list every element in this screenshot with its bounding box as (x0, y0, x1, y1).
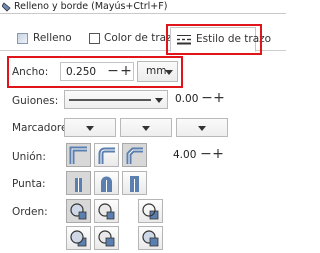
dash-offset-value: 0.00 (175, 93, 199, 105)
order-option-3-button[interactable] (138, 199, 163, 223)
order-option-4-button[interactable] (66, 226, 91, 250)
bevel-join-button[interactable] (122, 143, 147, 167)
markers-fill-stroke-icon (70, 230, 87, 247)
mid-marker-select[interactable] (120, 118, 172, 137)
chevron-down-icon (198, 126, 206, 131)
round-cap-button[interactable] (94, 171, 119, 195)
butt-cap-button[interactable] (66, 171, 91, 195)
cap-label: Punta: (12, 178, 46, 190)
miter-limit-value: 4.00 (173, 149, 197, 161)
order-label: Orden: (12, 206, 48, 218)
window-title: Relleno y borde (Mayús+Ctrl+F) (14, 1, 168, 12)
fill-markers-stroke-icon (142, 203, 159, 220)
tab-stroke-style[interactable]: Estilo de trazo (170, 27, 271, 52)
width-label: Ancho: (12, 66, 49, 78)
dashes-label: Guiones: (12, 95, 59, 107)
solid-line-preview (69, 99, 151, 101)
width-input[interactable]: 0.250 − + (60, 62, 134, 81)
square-cap-button[interactable] (122, 171, 147, 195)
stroke-markers-fill-icon (98, 230, 115, 247)
butt-cap-icon (75, 178, 82, 192)
order-option-6-button[interactable] (138, 226, 163, 250)
width-value: 0.250 (66, 66, 97, 78)
tab-fill[interactable]: Relleno (6, 28, 76, 50)
fill-stroke-markers-icon (70, 203, 87, 220)
width-decrement-button[interactable]: − (107, 64, 119, 78)
markers-stroke-fill-icon (142, 230, 159, 247)
join-label: Unión: (12, 151, 46, 163)
chevron-down-icon (142, 126, 150, 131)
round-cap-icon (101, 176, 112, 192)
stroke-style-icon (177, 35, 191, 45)
dash-offset-input[interactable]: 0.00 − + (172, 90, 226, 109)
chevron-down-icon (86, 126, 94, 131)
tab-bar: Relleno Color de trazo Estilo de trazo (0, 26, 286, 52)
square-cap-icon (130, 176, 139, 192)
tab-stroke-paint[interactable]: Color de trazo (80, 28, 178, 50)
stroke-fill-markers-icon (98, 203, 115, 220)
dash-offset-decrement-button[interactable]: − (201, 91, 213, 105)
dash-pattern-select[interactable] (64, 90, 168, 109)
unit-value: mm (146, 65, 167, 77)
miter-limit-input[interactable]: 4.00 − + (170, 146, 226, 165)
miter-limit-increment-button[interactable]: + (212, 147, 224, 161)
tab-fill-label: Relleno (33, 32, 72, 44)
tab-stroke-paint-label: Color de trazo (104, 32, 179, 44)
chevron-down-icon (165, 70, 173, 75)
miter-join-button[interactable] (66, 143, 91, 167)
round-join-icon (98, 147, 115, 164)
end-marker-select[interactable] (176, 118, 228, 137)
window-titlebar: Relleno y borde (Mayús+Ctrl+F) (0, 0, 286, 14)
chevron-down-icon (155, 98, 163, 103)
start-marker-select[interactable] (64, 118, 116, 137)
paint-bucket-icon (2, 2, 11, 12)
miter-limit-decrement-button[interactable]: − (200, 147, 212, 161)
bevel-join-icon (126, 147, 143, 164)
unit-select[interactable]: mm (137, 61, 178, 82)
order-option-2-button[interactable] (94, 199, 119, 223)
width-increment-button[interactable]: + (120, 64, 132, 78)
miter-join-icon (69, 146, 87, 164)
tab-stroke-style-label: Estilo de trazo (196, 33, 272, 45)
stroke-swatch-icon (89, 33, 100, 44)
order-option-5-button[interactable] (94, 226, 119, 250)
dash-offset-increment-button[interactable]: + (213, 91, 225, 105)
fill-swatch-icon (17, 33, 28, 44)
order-option-1-button[interactable] (66, 199, 91, 223)
round-join-button[interactable] (94, 143, 119, 167)
